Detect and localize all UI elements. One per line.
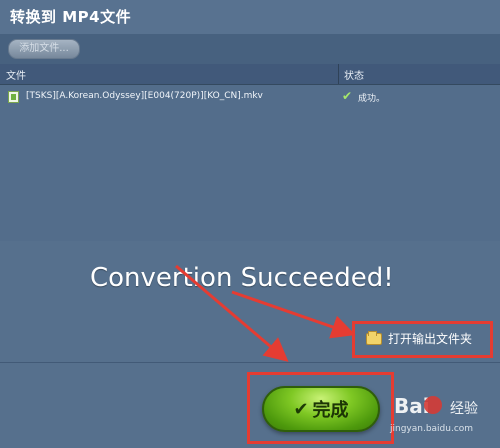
column-header-status[interactable]: 状态 xyxy=(344,67,364,82)
done-button[interactable]: ✔ 完成 xyxy=(262,386,380,432)
watermark-url: jingyan.baidu.com xyxy=(390,424,474,434)
window-title: 转换到 MP4文件 xyxy=(10,8,132,26)
baidu-jingyan-watermark: Bai 经验 jingyan.baidu.com xyxy=(388,394,498,444)
done-label: 完成 xyxy=(312,400,349,421)
table-row[interactable]: [TSKS][A.Korean.Odyssey][E004(720P)][KO_… xyxy=(0,88,500,106)
check-icon: ✔ xyxy=(293,398,309,420)
baidu-paw-icon xyxy=(424,396,442,414)
column-divider[interactable] xyxy=(338,64,339,84)
divider xyxy=(0,362,500,363)
status-text: 成功。 xyxy=(358,94,386,104)
check-icon: ✔ xyxy=(342,89,353,103)
annotation-caption: Convertion Succeeded! xyxy=(90,263,394,293)
file-name: [TSKS][A.Korean.Odyssey][E004(720P)][KO_… xyxy=(26,91,263,101)
video-file-icon xyxy=(8,91,19,103)
toolbar: 添加文件... xyxy=(0,34,500,64)
title-bar: 转换到 MP4文件 xyxy=(0,0,500,34)
folder-open-icon xyxy=(366,330,382,345)
table-header: 文件 状态 xyxy=(0,64,500,85)
open-output-folder-button[interactable]: 打开输出文件夹 xyxy=(366,330,472,347)
column-header-file[interactable]: 文件 xyxy=(6,67,26,82)
jingyan-text: 经验 xyxy=(450,401,478,417)
add-file-button[interactable]: 添加文件... xyxy=(8,39,80,59)
open-folder-label: 打开输出文件夹 xyxy=(388,332,473,346)
